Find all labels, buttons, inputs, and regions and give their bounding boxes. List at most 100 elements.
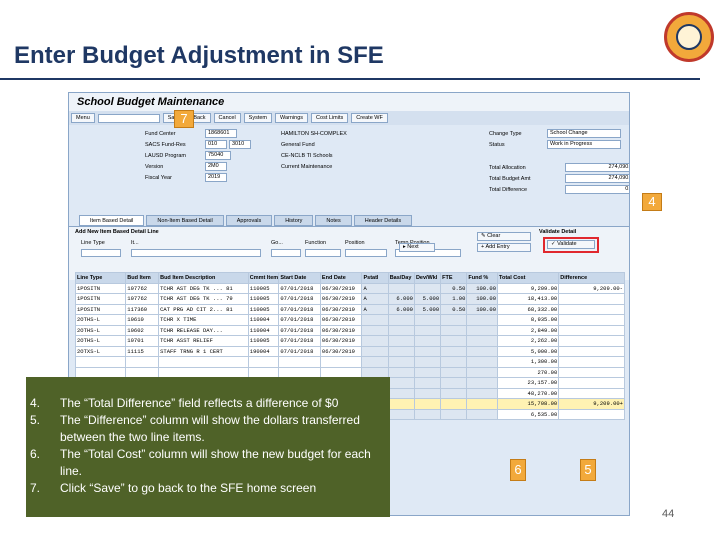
table-cell [413, 398, 442, 410]
line-type-input[interactable] [81, 249, 121, 257]
system-button[interactable]: System [243, 113, 273, 123]
tab-non-item-based-detail[interactable]: Non-Item Based Detail [146, 215, 224, 226]
sacs-resource-field[interactable]: 3010 [229, 140, 251, 149]
col-header[interactable]: Bas/Day [387, 272, 415, 284]
table-cell [466, 335, 499, 347]
table-row[interactable]: 1,300.00 [74, 356, 625, 368]
table-cell: 100.00 [466, 303, 499, 315]
table-cell: 23,157.00 [497, 377, 560, 389]
total-allocation-label: Total Allocation [489, 165, 526, 171]
add-entry-button[interactable]: + Add Entry [477, 243, 531, 252]
table-row[interactable]: 1POSITN 107762 TCHR AST DEG TK ... 81 11000… [74, 282, 625, 294]
table-cell: 110005 [247, 293, 280, 305]
col-header[interactable]: Start Date [278, 272, 321, 284]
col-header[interactable]: Bud Item Description [158, 272, 249, 284]
validate-detail-title: Validate Detail [539, 229, 577, 235]
warnings-button[interactable]: Warnings [275, 113, 309, 123]
version-label: Version [145, 164, 164, 170]
table-cell [361, 314, 389, 326]
cancel-button[interactable]: Cancel [213, 113, 241, 123]
col-header[interactable]: Line Type [74, 272, 127, 284]
cost-limits-button[interactable]: Cost Limits [311, 113, 349, 123]
total-difference-label: Total Difference [489, 187, 528, 193]
sacs-fund-field[interactable]: 010 [205, 140, 227, 149]
tab-header-details[interactable]: Header Details [353, 215, 413, 226]
instruction-number: 5. [30, 413, 41, 427]
table-cell [558, 366, 625, 378]
col-header[interactable]: Total Cost [497, 272, 560, 284]
table-cell: 06/30/2019 [319, 314, 363, 326]
tab-notes[interactable]: Notes [315, 215, 352, 226]
fiscal-year-field[interactable]: 2019 [205, 173, 227, 182]
table-row[interactable]: 1POSITN 107762 TCHR AST DEG TK ... 79 11000… [74, 293, 625, 305]
table-row[interactable]: 1POSITN 117360 CAT PRG AD CIT 2... 81 11000… [74, 303, 625, 315]
table-cell [440, 398, 468, 410]
function-input[interactable] [305, 249, 341, 257]
col-header[interactable]: Difference [558, 272, 625, 284]
table-cell [558, 314, 625, 326]
col-header[interactable]: Pstatl [361, 272, 389, 284]
instruction-text: The “Difference” column will show the do… [60, 413, 360, 444]
table-cell [466, 345, 499, 357]
table-cell: TCHR ASST RELIEF [158, 335, 249, 347]
table-cell: 15,708.00 [497, 398, 560, 410]
table-cell: CAT PRG AD CIT 2... 81 [158, 303, 249, 315]
command-input[interactable] [97, 113, 160, 123]
change-type-select[interactable]: School Change [547, 129, 621, 138]
table-cell [74, 366, 127, 378]
slide-title: Enter Budget Adjustment in SFE [14, 42, 384, 69]
table-cell [440, 335, 468, 347]
tab-approvals[interactable]: Approvals [225, 215, 273, 226]
instruction-item: 4. The “Total Difference” field reflects … [30, 395, 384, 412]
item-input[interactable] [131, 249, 261, 257]
table-cell [278, 356, 321, 368]
create-wf-button[interactable]: Create WF [351, 113, 388, 123]
table-cell [319, 356, 363, 368]
table-cell [361, 324, 389, 336]
instructions-box: 4. The “Total Difference” field reflects … [26, 377, 390, 517]
clear-button[interactable]: ✎ Clear [477, 232, 531, 241]
table-cell: 6.000 [387, 293, 415, 305]
table-row[interactable]: 2OTHS-L 10701 TCHR ASST RELIEF 110005 07/01/… [74, 335, 625, 347]
table-cell: 07/01/2018 [278, 293, 321, 305]
position-input[interactable] [345, 249, 387, 257]
col-header[interactable]: Dev/Wkl [413, 272, 442, 284]
tab-item-based-detail[interactable]: Item Based Detail [79, 215, 145, 226]
table-cell [440, 345, 468, 357]
table-cell [413, 345, 442, 357]
table-cell: 07/01/2018 [278, 324, 321, 336]
version-field[interactable]: 2M0 [205, 162, 227, 171]
tab-history[interactable]: History [274, 215, 314, 226]
line-type-label: Line Type [81, 240, 105, 246]
status-select[interactable]: Work in Progress [547, 140, 621, 149]
table-cell: A [361, 282, 389, 294]
table-cell [387, 408, 415, 420]
table-cell [387, 366, 415, 378]
lausd-program-label: LAUSD Program [145, 153, 186, 159]
table-cell: 06/30/2019 [319, 303, 363, 315]
table-row[interactable]: 2OTHS-L 10610 TCHR X TIME 110004 07/01/2018 0… [74, 314, 625, 326]
table-cell [158, 366, 249, 378]
table-row[interactable]: 2OTXS-L 11115 STAFF TRNG R 1 CERT 190004 07/… [74, 345, 625, 357]
col-header[interactable]: Bud Item [125, 272, 160, 284]
sap-header: School Budget Maintenance [69, 93, 629, 111]
table-cell: 100.00 [466, 293, 499, 305]
lausd-program-field[interactable]: 75040 [205, 151, 231, 160]
col-header[interactable]: End Date [319, 272, 363, 284]
page-number: 44 [662, 508, 675, 520]
table-cell: 48,270.00 [497, 387, 560, 399]
go-input[interactable] [271, 249, 301, 257]
table-cell [125, 356, 160, 368]
col-header[interactable]: FTE [440, 272, 468, 284]
fund-center-field[interactable]: 1868601 [205, 129, 237, 138]
table-row[interactable]: 270.00 [74, 366, 625, 378]
menu-button[interactable]: Menu [71, 113, 95, 123]
lausd-program-desc: CE-NCLB TI Schools [281, 153, 333, 159]
next-button[interactable]: ▸ Next [399, 243, 435, 252]
col-header[interactable]: Fund % [466, 272, 499, 284]
table-row[interactable]: 2OTHS-L 10602 TCHR RELEASE DAY... 110004 07/… [74, 324, 625, 336]
table-cell: 07/01/2018 [278, 282, 321, 294]
col-header[interactable]: Cmmt Item [247, 272, 280, 284]
validate-highlight-box [543, 237, 599, 253]
table-cell: 2,849.00 [497, 324, 560, 336]
